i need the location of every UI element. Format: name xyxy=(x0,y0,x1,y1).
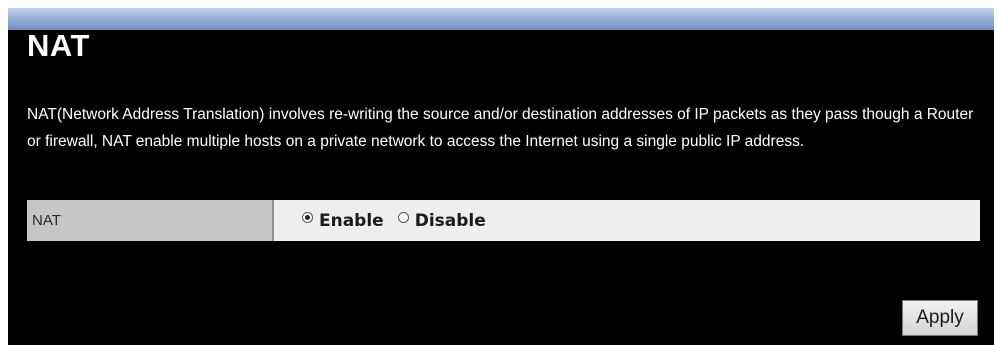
nat-setting-label: NAT xyxy=(32,212,61,229)
content-frame xyxy=(8,8,994,345)
nat-setting-row: NAT Enable Disable xyxy=(27,200,980,241)
nat-enable-label[interactable]: Enable xyxy=(319,211,384,231)
nat-label-cell: NAT xyxy=(27,200,274,241)
header-bar xyxy=(8,8,994,30)
page-title: NAT xyxy=(27,28,90,63)
nat-disable-radio[interactable] xyxy=(397,212,409,223)
apply-button[interactable]: Apply xyxy=(902,300,978,336)
page-description: NAT(Network Address Translation) involve… xyxy=(27,106,974,150)
nat-value-cell: Enable Disable xyxy=(274,200,980,241)
nat-enable-radio[interactable] xyxy=(302,212,313,223)
nat-disable-option[interactable]: Disable xyxy=(397,211,486,231)
nat-disable-label[interactable]: Disable xyxy=(415,211,486,231)
nat-enable-option[interactable]: Enable xyxy=(302,211,384,231)
